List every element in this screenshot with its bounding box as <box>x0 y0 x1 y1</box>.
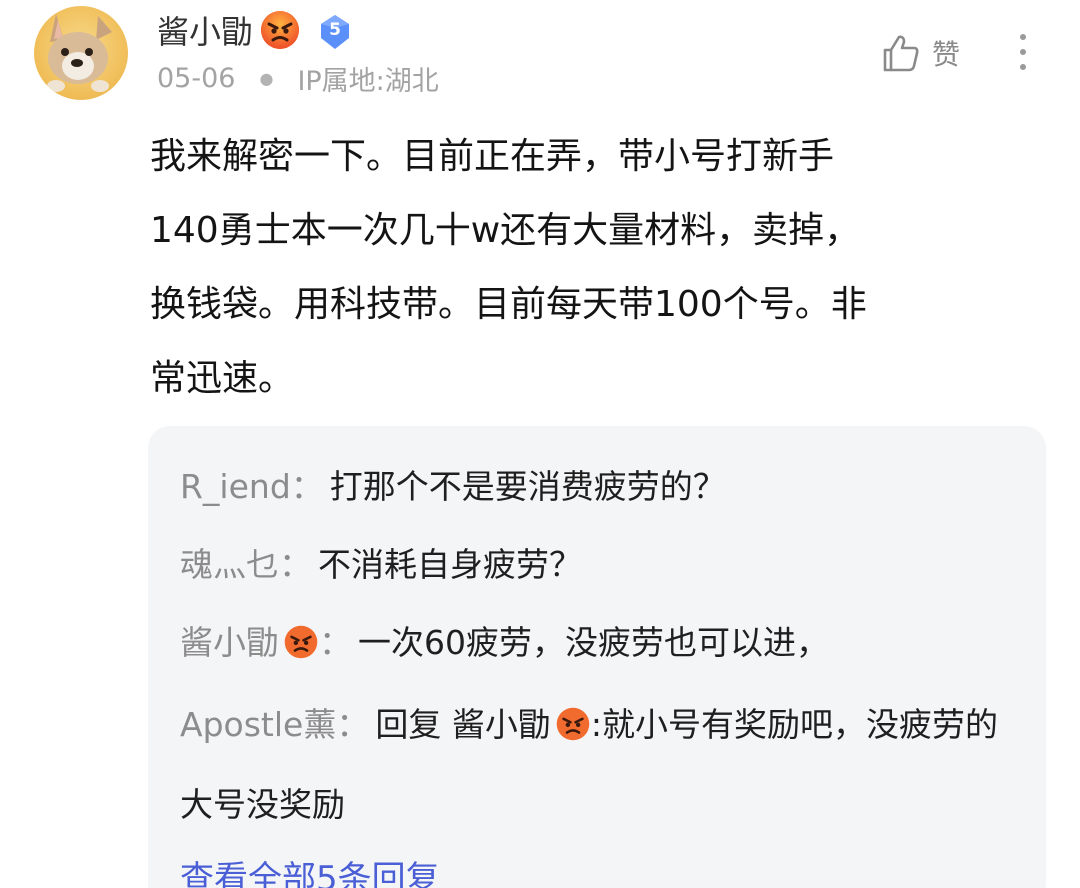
reply-item[interactable]: 魂灬乜： 不消耗自身疲劳？ <box>180 526 1016 604</box>
comment-card: 酱小勖 5 05-06 ● IP属地:湖北 赞 我来解密一下。目前正在弄，带小号… <box>0 0 1080 888</box>
reply-text: 一次60疲劳，没疲劳也可以进， <box>358 623 829 662</box>
author-name[interactable]: 酱小勖 <box>157 8 253 56</box>
post-meta: 05-06 ● IP属地:湖北 <box>157 56 439 100</box>
comment-text: 我来解密一下。目前正在弄，带小号打新手 140勇士本一次几十w还有大量材料，卖掉… <box>150 136 867 399</box>
reply-item[interactable]: 酱小勖 ：一次60疲劳，没疲劳也可以进， <box>180 604 1016 688</box>
reply-colon: ： <box>290 467 324 506</box>
separator-dot: ● <box>259 68 274 88</box>
reply-item[interactable]: Apostle薰： 回复 酱小勖:就小号有奖励吧，没疲劳的大号没奖励 <box>180 688 1016 842</box>
reply-colon: ： <box>319 623 352 662</box>
reply-user[interactable]: R_iend <box>180 467 291 506</box>
like-button[interactable]: 赞 <box>880 30 960 76</box>
thumbs-up-icon <box>883 35 919 72</box>
avatar[interactable] <box>34 6 128 100</box>
reply-user[interactable]: 魂灬乜 <box>180 545 279 584</box>
angry-face-icon <box>555 694 591 768</box>
post-date: 05-06 <box>157 62 236 94</box>
reply-colon: ： <box>336 705 370 744</box>
reply-item[interactable]: R_iend： 打那个不是要消费疲劳的？ <box>180 448 1016 526</box>
reply-colon: ： <box>279 545 312 584</box>
reply-list: R_iend： 打那个不是要消费疲劳的？ 魂灬乜： 不消耗自身疲劳？ 酱小勖：一次6… <box>148 426 1046 888</box>
reply-user[interactable]: 酱小勖 <box>180 623 279 662</box>
reply-text: 不消耗自身疲劳？ <box>318 545 582 584</box>
more-options-icon[interactable] <box>1008 28 1038 76</box>
reply-user[interactable]: Apostle薰 <box>180 705 336 744</box>
angry-face-icon <box>259 9 301 55</box>
like-label: 赞 <box>932 38 961 71</box>
level-number: 5 <box>329 20 341 40</box>
ip-location: IP属地:湖北 <box>297 65 439 97</box>
view-all-replies-link[interactable]: 查看全部5条回复 <box>180 844 1016 888</box>
author-row: 酱小勖 5 <box>157 8 355 56</box>
reply-text: 打那个不是要消费疲劳的？ <box>329 467 726 506</box>
reply-target[interactable]: 回复 酱小勖 <box>375 705 551 744</box>
french-bulldog-avatar-icon <box>47 14 112 92</box>
angry-face-icon <box>283 610 319 688</box>
level-badge: 5 <box>315 12 355 52</box>
